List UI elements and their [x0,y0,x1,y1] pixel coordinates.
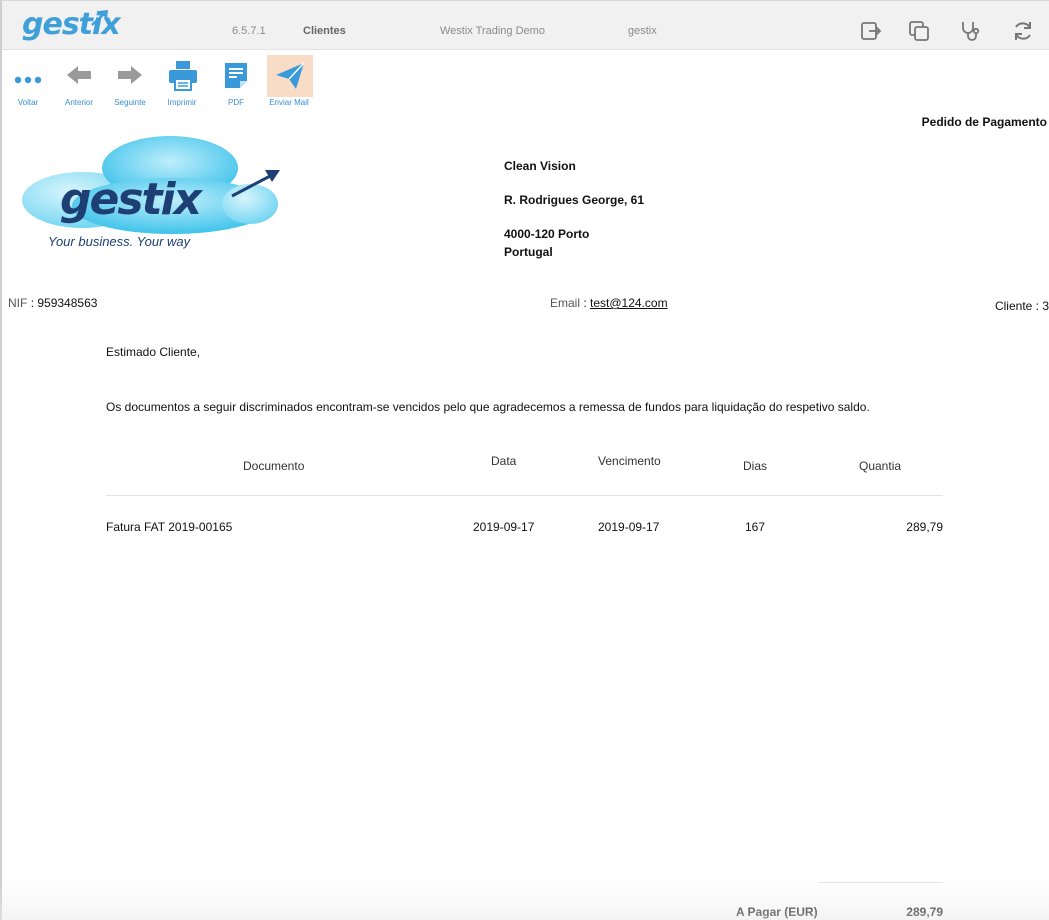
stethoscope-icon[interactable] [958,19,982,43]
previous-button[interactable]: Anterior [57,55,101,109]
cell-quantia: 289,79 [906,520,943,534]
client-country: Portugal [504,245,553,259]
next-button[interactable]: Seguinte [108,55,152,109]
document-icon [225,63,247,88]
cell-dias: 167 [745,520,766,534]
company-name[interactable]: Westix Trading Demo [440,25,545,37]
total-divider [818,882,943,883]
column-header-documento: Documento [243,459,305,473]
logo-wordmark: gestix [60,174,204,225]
client-name: Clean Vision [504,159,576,173]
arrow-right-icon [118,66,142,84]
total-value: 289,79 [906,905,943,919]
nif-value: 959348563 [37,296,98,310]
copy-windows-icon[interactable] [907,19,931,43]
client-city: 4000-120 Porto [504,227,590,241]
nif-field: NIF : 959348563 [8,296,98,310]
refresh-icon[interactable] [1011,19,1035,43]
logout-icon[interactable] [859,19,883,43]
print-label: Imprimir [167,98,197,107]
client-number: Cliente : 3 [994,299,1049,313]
cell-data: 2019-09-17 [473,520,535,534]
printer-icon [169,61,197,91]
company-logo: gestix Your business. Your way [22,136,280,249]
user-name[interactable]: gestix [628,25,657,37]
app-version: 6.5.7.1 [232,25,266,37]
email-label: Email [550,296,581,310]
body-text: Os documentos a seguir discriminados enc… [106,400,870,414]
arrow-left-icon [67,66,91,84]
app-logo[interactable]: gestix [22,7,121,42]
logo-arrow-icon [91,10,108,26]
column-header-dias: Dias [743,459,768,473]
back-button[interactable]: Voltar [6,55,50,109]
email-link[interactable]: test@124.com [590,296,668,310]
previous-label: Anterior [64,98,93,107]
top-header: gestix 6.5.7.1 Clientes Westix Trading D… [2,1,1049,50]
pdf-button[interactable]: PDF [214,55,258,109]
cell-documento: Fatura FAT 2019-00165 [106,520,233,534]
pdf-label: PDF [228,98,244,107]
email-field: Email : test@124.com [550,296,668,310]
column-header-data: Data [491,454,517,468]
column-header-vencimento: Vencimento [598,454,661,468]
total-label: A Pagar (EUR) [736,905,818,919]
document-title: Pedido de Pagamento [921,115,1047,129]
send-mail-label: Enviar Mail [269,98,309,107]
table-header-divider [106,495,943,496]
client-street: R. Rodrigues George, 61 [504,193,645,207]
logo-tagline: Your business. Your way [48,234,192,249]
cell-vencimento: 2019-09-17 [598,520,660,534]
next-label: Seguinte [114,98,146,107]
send-mail-button[interactable]: Enviar Mail [267,55,313,107]
print-button[interactable]: Imprimir [160,55,204,109]
column-header-quantia: Quantia [859,459,902,473]
send-paper-plane-icon [276,62,305,89]
greeting: Estimado Cliente, [106,345,201,359]
module-name[interactable]: Clientes [303,25,346,37]
more-dots-icon [14,76,42,84]
back-label: Voltar [17,98,39,107]
nif-label: NIF [8,296,28,310]
